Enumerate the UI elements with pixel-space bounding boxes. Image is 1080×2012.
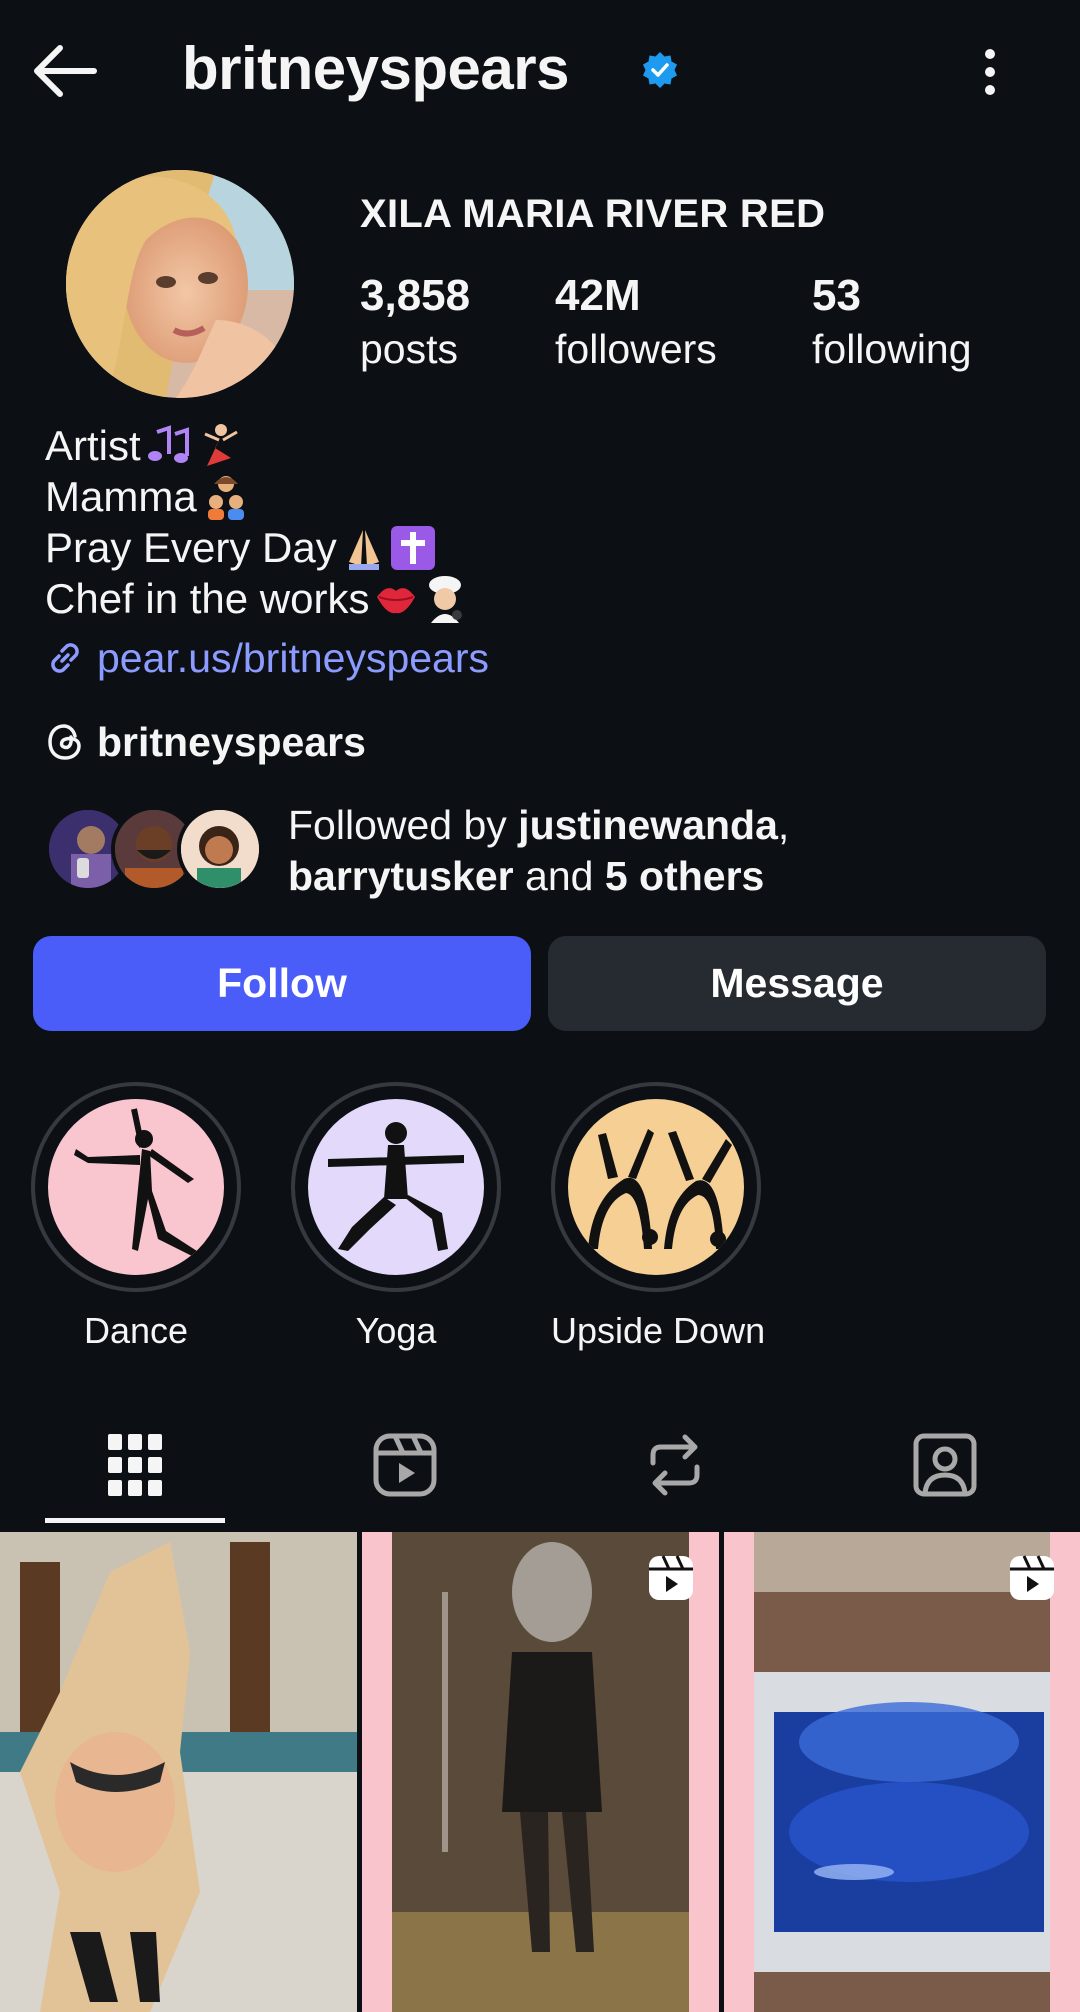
cross-icon <box>390 525 435 570</box>
post-thumbnail[interactable] <box>0 1532 357 2012</box>
followers-label: followers <box>555 326 717 372</box>
dancer-silhouette-icon <box>48 1099 224 1275</box>
highlight-ring <box>31 1082 241 1292</box>
highlight-ring <box>291 1082 501 1292</box>
threads-badge[interactable]: britneyspears <box>45 716 366 768</box>
highlight-yoga[interactable]: Yoga <box>291 1082 501 1352</box>
highlight-ring <box>551 1082 761 1292</box>
posts-grid <box>0 1532 1080 2012</box>
highlight-label: Dance <box>83 1310 189 1351</box>
bio-link-text: pear.us/britneyspears <box>97 634 490 681</box>
following-label: following <box>812 326 972 372</box>
mutual-username: barrytusker <box>288 853 514 899</box>
more-options-button[interactable] <box>970 44 1010 104</box>
dancer-icon <box>204 423 238 466</box>
top-bar: britneyspears <box>0 0 1080 140</box>
chef-icon <box>429 575 463 623</box>
tagged-icon <box>913 1433 977 1497</box>
bio: Artist Mamma Pray Every Day Chef in the … <box>45 420 467 624</box>
music-notes-icon <box>147 424 189 463</box>
message-button[interactable]: Message <box>548 936 1046 1031</box>
backbend-silhouette-icon <box>568 1099 744 1275</box>
reposts-icon <box>650 1434 700 1496</box>
active-tab-indicator <box>45 1518 225 1523</box>
yoga-pose-icon <box>308 1099 484 1275</box>
back-button[interactable] <box>30 40 100 102</box>
avatar <box>177 806 263 892</box>
tab-reels[interactable] <box>270 1400 540 1530</box>
grid-icon <box>108 1434 162 1496</box>
followers-stat[interactable]: 42M followers <box>555 270 717 376</box>
reel-badge-icon <box>649 1555 693 1600</box>
posts-label: posts <box>360 326 458 372</box>
mother-children-icon <box>207 475 244 520</box>
posts-count: 3,858 <box>360 271 471 320</box>
bio-line: Mamma <box>45 473 197 520</box>
follow-button[interactable]: Follow <box>33 936 531 1031</box>
followed-by-text[interactable]: Followed by justinewanda, barrytusker an… <box>288 800 1048 902</box>
reels-icon <box>373 1433 437 1497</box>
mutual-others-count: 5 others <box>604 853 765 899</box>
highlight-label: Upside Down <box>551 1310 766 1351</box>
highlight-label: Yoga <box>355 1310 437 1351</box>
highlight-upside-down[interactable]: Upside Down <box>551 1082 766 1352</box>
following-stat[interactable]: 53 following <box>812 270 972 376</box>
followed-by-prefix: Followed by <box>288 802 519 848</box>
bio-link[interactable]: pear.us/britneyspears <box>45 632 489 684</box>
link-icon <box>51 643 79 673</box>
conjunction: and <box>513 853 605 899</box>
tab-posts-grid[interactable] <box>0 1400 270 1530</box>
reel-badge-icon <box>1010 1555 1054 1600</box>
highlight-dance[interactable]: Dance <box>31 1082 241 1352</box>
following-count: 53 <box>812 271 861 320</box>
bio-line: Chef in the works <box>45 575 370 622</box>
praying-hands-icon <box>348 529 379 570</box>
post-thumbnail[interactable] <box>362 1532 719 2012</box>
posts-stat[interactable]: 3,858 posts <box>360 270 470 376</box>
mutual-username: justinewanda <box>518 802 778 848</box>
threads-handle: britneyspears <box>97 718 366 765</box>
display-name: XILA MARIA RIVER RED <box>360 192 826 236</box>
tab-reposts[interactable] <box>540 1400 810 1530</box>
tab-tagged[interactable] <box>810 1400 1080 1530</box>
profile-tabs <box>0 1400 1080 1530</box>
bio-line: Pray Every Day <box>45 524 337 571</box>
followers-count: 42M <box>555 271 641 320</box>
bio-line: Artist <box>45 422 141 469</box>
post-thumbnail[interactable] <box>724 1532 1080 2012</box>
profile-avatar[interactable] <box>66 170 294 398</box>
arrow-left-icon <box>34 45 97 97</box>
separator: , <box>777 802 790 848</box>
verified-badge-icon <box>643 52 677 88</box>
threads-icon <box>48 724 81 760</box>
more-vertical-icon <box>985 49 995 95</box>
lips-icon <box>377 587 416 613</box>
profile-handle: britneyspears <box>182 35 570 102</box>
